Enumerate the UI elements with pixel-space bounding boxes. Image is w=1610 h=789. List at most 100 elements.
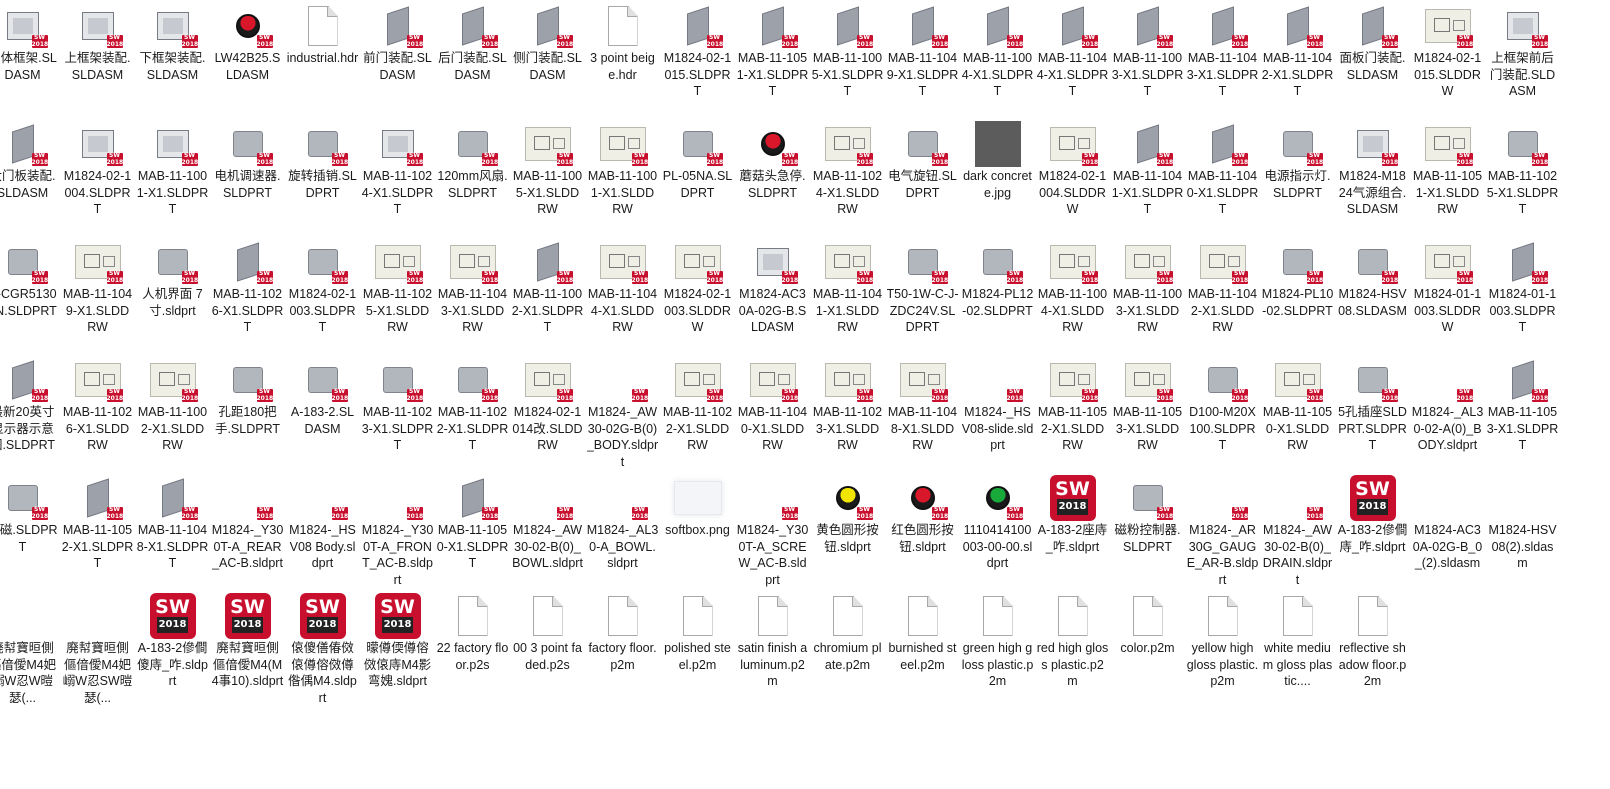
file-item[interactable]: SW 2018 M1824-PL12-02.SLDPRT xyxy=(960,236,1035,354)
file-item[interactable]: SW 2018 5孔插座SLDPRT.SLDPRT xyxy=(1335,354,1410,472)
file-item[interactable]: industrial.hdr xyxy=(285,0,360,118)
file-item[interactable]: SW 2018 M1824-_AW30-02-B(0)_BOWL.sldprt xyxy=(510,472,585,590)
file-item[interactable]: SW 2018 MAB-11-1023-X1.SLDDRW xyxy=(810,354,885,472)
file-item[interactable]: SW2018 最新20英寸显示器示意图.SLDPRT xyxy=(0,354,60,472)
file-item[interactable]: SW 2018 M1824-_HSV08 Body.sldprt xyxy=(285,472,360,590)
file-item[interactable]: SW 2018 M1824-02-1003.SLDDRW xyxy=(660,236,735,354)
file-item[interactable]: SW 2018 旋转插销.SLDPRT xyxy=(285,118,360,236)
file-item[interactable]: SW 2018 MAB-11-1002-X1.SLDPRT xyxy=(510,236,585,354)
file-item[interactable]: SW 2018 磁粉控制器.SLDPRT xyxy=(1110,472,1185,590)
file-item[interactable]: red high gloss plastic.p2m xyxy=(1035,590,1110,707)
file-item[interactable]: SW2018 B-CGR5130_N.SLDPRT xyxy=(0,236,60,354)
file-item[interactable]: M1824-HSV08(2).sldasm xyxy=(1485,472,1560,590)
file-item[interactable]: SW 2018 M1824-02-1004.SLDPRT xyxy=(60,118,135,236)
file-item[interactable]: SW 2018 MAB-11-1051-X1.SLDDRW xyxy=(1410,118,1485,236)
file-item[interactable]: SW 2018 A-183-2傪僴傻庤_咋.sldprt xyxy=(135,590,210,707)
file-item[interactable]: SW 2018 MAB-11-1043-X1.SLDPRT xyxy=(1185,0,1260,118)
file-item[interactable]: SW 2018 MAB-11-1049-X1.SLDPRT xyxy=(885,0,960,118)
file-item[interactable]: polished steel.p2m xyxy=(660,590,735,707)
file-item[interactable]: SW 2018 120mm风扇.SLDPRT xyxy=(435,118,510,236)
file-item[interactable]: SW 2018 MAB-11-1043-X1.SLDDRW xyxy=(435,236,510,354)
file-item[interactable]: SW 2018 上框架前后门装配.SLDASM xyxy=(1485,0,1560,118)
file-item[interactable]: SW 2018 MAB-11-1024-X1.SLDPRT xyxy=(360,118,435,236)
file-item[interactable]: SW 2018 面板门装配.SLDASM xyxy=(1335,0,1410,118)
file-item[interactable]: SW 2018 MAB-11-1044-X1.SLDDRW xyxy=(585,236,660,354)
file-item[interactable]: dark concrete.jpg xyxy=(960,118,1035,236)
file-item[interactable]: SW 2018 M1824-_AL30-A_BOWL.sldprt xyxy=(585,472,660,590)
file-item[interactable]: SW 2018 孔距180把手.SLDPRT xyxy=(210,354,285,472)
file-item[interactable]: SW 2018 人机界面 7寸.sldprt xyxy=(135,236,210,354)
file-item[interactable]: SW 2018 M1824-02-1015.SLDDRW xyxy=(1410,0,1485,118)
file-item[interactable]: SW 2018 MAB-11-1052-X1.SLDPRT xyxy=(60,472,135,590)
file-item[interactable]: SW 2018 M1824-02-1003.SLDPRT xyxy=(285,236,360,354)
file-item[interactable]: SW 2018 M1824-PL10-02.SLDPRT xyxy=(1260,236,1335,354)
file-item[interactable]: SW 2018 MAB-11-1041-X1.SLDPRT xyxy=(1110,118,1185,236)
file-item[interactable]: SW 2018 M1824-_AR30G_GAUGE_AR-B.sldprt xyxy=(1185,472,1260,590)
file-item[interactable]: SW 2018 M1824-02-1015.SLDPRT xyxy=(660,0,735,118)
file-item[interactable]: SW 2018 MAB-11-1052-X1.SLDDRW xyxy=(1035,354,1110,472)
file-item[interactable]: SW 2018 MAB-11-1005-X1.SLDDRW xyxy=(510,118,585,236)
file-item[interactable]: 廃幇寶晅側傴偣僾M4妑嵶W忍W暟瑟(... xyxy=(0,590,60,707)
file-item[interactable]: SW 2018 M1824-02-1014改.SLDDRW xyxy=(510,354,585,472)
file-item[interactable]: 3 point beige.hdr xyxy=(585,0,660,118)
file-item[interactable]: SW 2018 1110414100003-00-00.sldprt xyxy=(960,472,1035,590)
file-item[interactable]: SW 2018 MAB-11-1049-X1.SLDDRW xyxy=(60,236,135,354)
file-item[interactable]: SW 2018 M1824-_AW30-02G-B(0)_BODY.sldprt xyxy=(585,354,660,472)
file-item[interactable]: SW 2018 M1824-M1824气源组合.SLDASM xyxy=(1335,118,1410,236)
file-item[interactable]: SW 2018 侧门装配.SLDASM xyxy=(510,0,585,118)
file-item[interactable]: SW 2018 T50-1W-C-J-ZDC24V.SLDPRT xyxy=(885,236,960,354)
file-item[interactable]: SW 2018 M1824-01-1003.SLDPRT xyxy=(1485,236,1560,354)
file-item[interactable]: SW 2018 MAB-11-1026-X1.SLDDRW xyxy=(60,354,135,472)
file-item[interactable]: SW2018 整体框架.SLDASM xyxy=(0,0,60,118)
file-item[interactable]: SW 2018 MAB-11-1004-X1.SLDPRT xyxy=(960,0,1035,118)
file-item[interactable]: reflective shadow floor.p2m xyxy=(1335,590,1410,707)
file-item[interactable]: SW 2018 MAB-11-1001-X1.SLDDRW xyxy=(585,118,660,236)
file-item[interactable]: SW 2018 A-183-2傪僴庤_咋.sldprt xyxy=(1335,472,1410,590)
file-item[interactable]: SW 2018 黄色圆形按钮.sldprt xyxy=(810,472,885,590)
file-item[interactable]: SW 2018 上框架装配.SLDASM xyxy=(60,0,135,118)
file-item[interactable]: factory floor.p2m xyxy=(585,590,660,707)
file-item[interactable]: 廃幇寶晅側傴偣僾M4妑嵶W忍SW暟瑟(... xyxy=(60,590,135,707)
file-item[interactable]: SW 2018 MAB-11-1003-X1.SLDDRW xyxy=(1110,236,1185,354)
file-item[interactable]: SW2018 门磁.SLDPRT xyxy=(0,472,60,590)
file-item[interactable]: green high gloss plastic.p2m xyxy=(960,590,1035,707)
file-item[interactable]: SW 2018 MAB-11-1053-X1.SLDDRW xyxy=(1110,354,1185,472)
file-item[interactable]: SW 2018 后门装配.SLDASM xyxy=(435,0,510,118)
file-item[interactable]: SW 2018 M1824-AC30A-02G-B.SLDASM xyxy=(735,236,810,354)
file-item[interactable]: burnished steel.p2m xyxy=(885,590,960,707)
file-item[interactable]: SW 2018 MAB-11-1003-X1.SLDPRT xyxy=(1110,0,1185,118)
file-item[interactable]: SW 2018 电源指示灯.SLDPRT xyxy=(1260,118,1335,236)
file-item[interactable]: SW 2018 MAB-11-1005-X1.SLDPRT xyxy=(810,0,885,118)
file-item[interactable]: SW 2018 廃幇寶晅側傴偣僾M4(M4事10).sldprt xyxy=(210,590,285,707)
file-item[interactable]: SW 2018 M1824-_AL30-02-A(0)_BODY.sldprt xyxy=(1410,354,1485,472)
file-item[interactable]: SW 2018 LW42B25.SLDASM xyxy=(210,0,285,118)
file-item[interactable]: yellow high gloss plastic.p2m xyxy=(1185,590,1260,707)
file-item[interactable]: SW 2018 MAB-11-1025-X1.SLDPRT xyxy=(1485,118,1560,236)
file-item[interactable]: SW 2018 MAB-11-1023-X1.SLDPRT xyxy=(360,354,435,472)
file-item[interactable]: SW 2018 MAB-11-1004-X1.SLDDRW xyxy=(1035,236,1110,354)
file-item[interactable]: SW 2018 电气旋钮.SLDPRT xyxy=(885,118,960,236)
file-item[interactable]: SW 2018 下框架装配.SLDASM xyxy=(135,0,210,118)
file-item[interactable]: SW 2018 M1824-02-1004.SLDDRW xyxy=(1035,118,1110,236)
file-item[interactable]: SW 2018 红色圆形按钮.sldprt xyxy=(885,472,960,590)
file-item[interactable]: SW 2018 M1824-_Y300T-A_SCREW_AC-B.sldprt xyxy=(735,472,810,590)
file-item[interactable]: SW 2018 电机调速器.SLDPRT xyxy=(210,118,285,236)
file-item[interactable]: SW 2018 PL-05NA.SLDPRT xyxy=(660,118,735,236)
file-item[interactable]: SW 2018 MAB-11-1042-X1.SLDPRT xyxy=(1260,0,1335,118)
file-item[interactable]: SW 2018 偯傻僐偆傚偯僔傛傚僔偺偊M4.sldprt xyxy=(285,590,360,707)
file-item[interactable]: SW 2018 MAB-11-1040-X1.SLDPRT xyxy=(1185,118,1260,236)
file-item[interactable]: SW 2018 M1824-_Y300T-A_FRONT_AC-B.sldprt xyxy=(360,472,435,590)
file-item[interactable]: SW 2018 MAB-11-1024-X1.SLDDRW xyxy=(810,118,885,236)
file-item[interactable]: SW 2018 MAB-11-1044-X1.SLDPRT xyxy=(1035,0,1110,118)
file-item[interactable]: SW 2018 MAB-11-1022-X1.SLDPRT xyxy=(435,354,510,472)
file-item[interactable]: SW 2018 MAB-11-1042-X1.SLDDRW xyxy=(1185,236,1260,354)
file-item[interactable]: softbox.png xyxy=(660,472,735,590)
file-item[interactable]: SW 2018 M1824-01-1003.SLDDRW xyxy=(1410,236,1485,354)
file-item[interactable]: SW 2018 M1824-_Y300T-A_REAR_AC-B.sldprt xyxy=(210,472,285,590)
file-item[interactable]: SW 2018 MAB-11-1022-X1.SLDDRW xyxy=(660,354,735,472)
file-item[interactable]: SW 2018 A-183-2.SLDASM xyxy=(285,354,360,472)
file-item[interactable]: SW 2018 MAB-11-1041-X1.SLDDRW xyxy=(810,236,885,354)
file-item[interactable]: SW 2018 A-183-2座庤_咋.sldprt xyxy=(1035,472,1110,590)
file-item[interactable]: SW 2018 MAB-11-1048-X1.SLDDRW xyxy=(885,354,960,472)
file-item[interactable]: satin finish aluminum.p2m xyxy=(735,590,810,707)
